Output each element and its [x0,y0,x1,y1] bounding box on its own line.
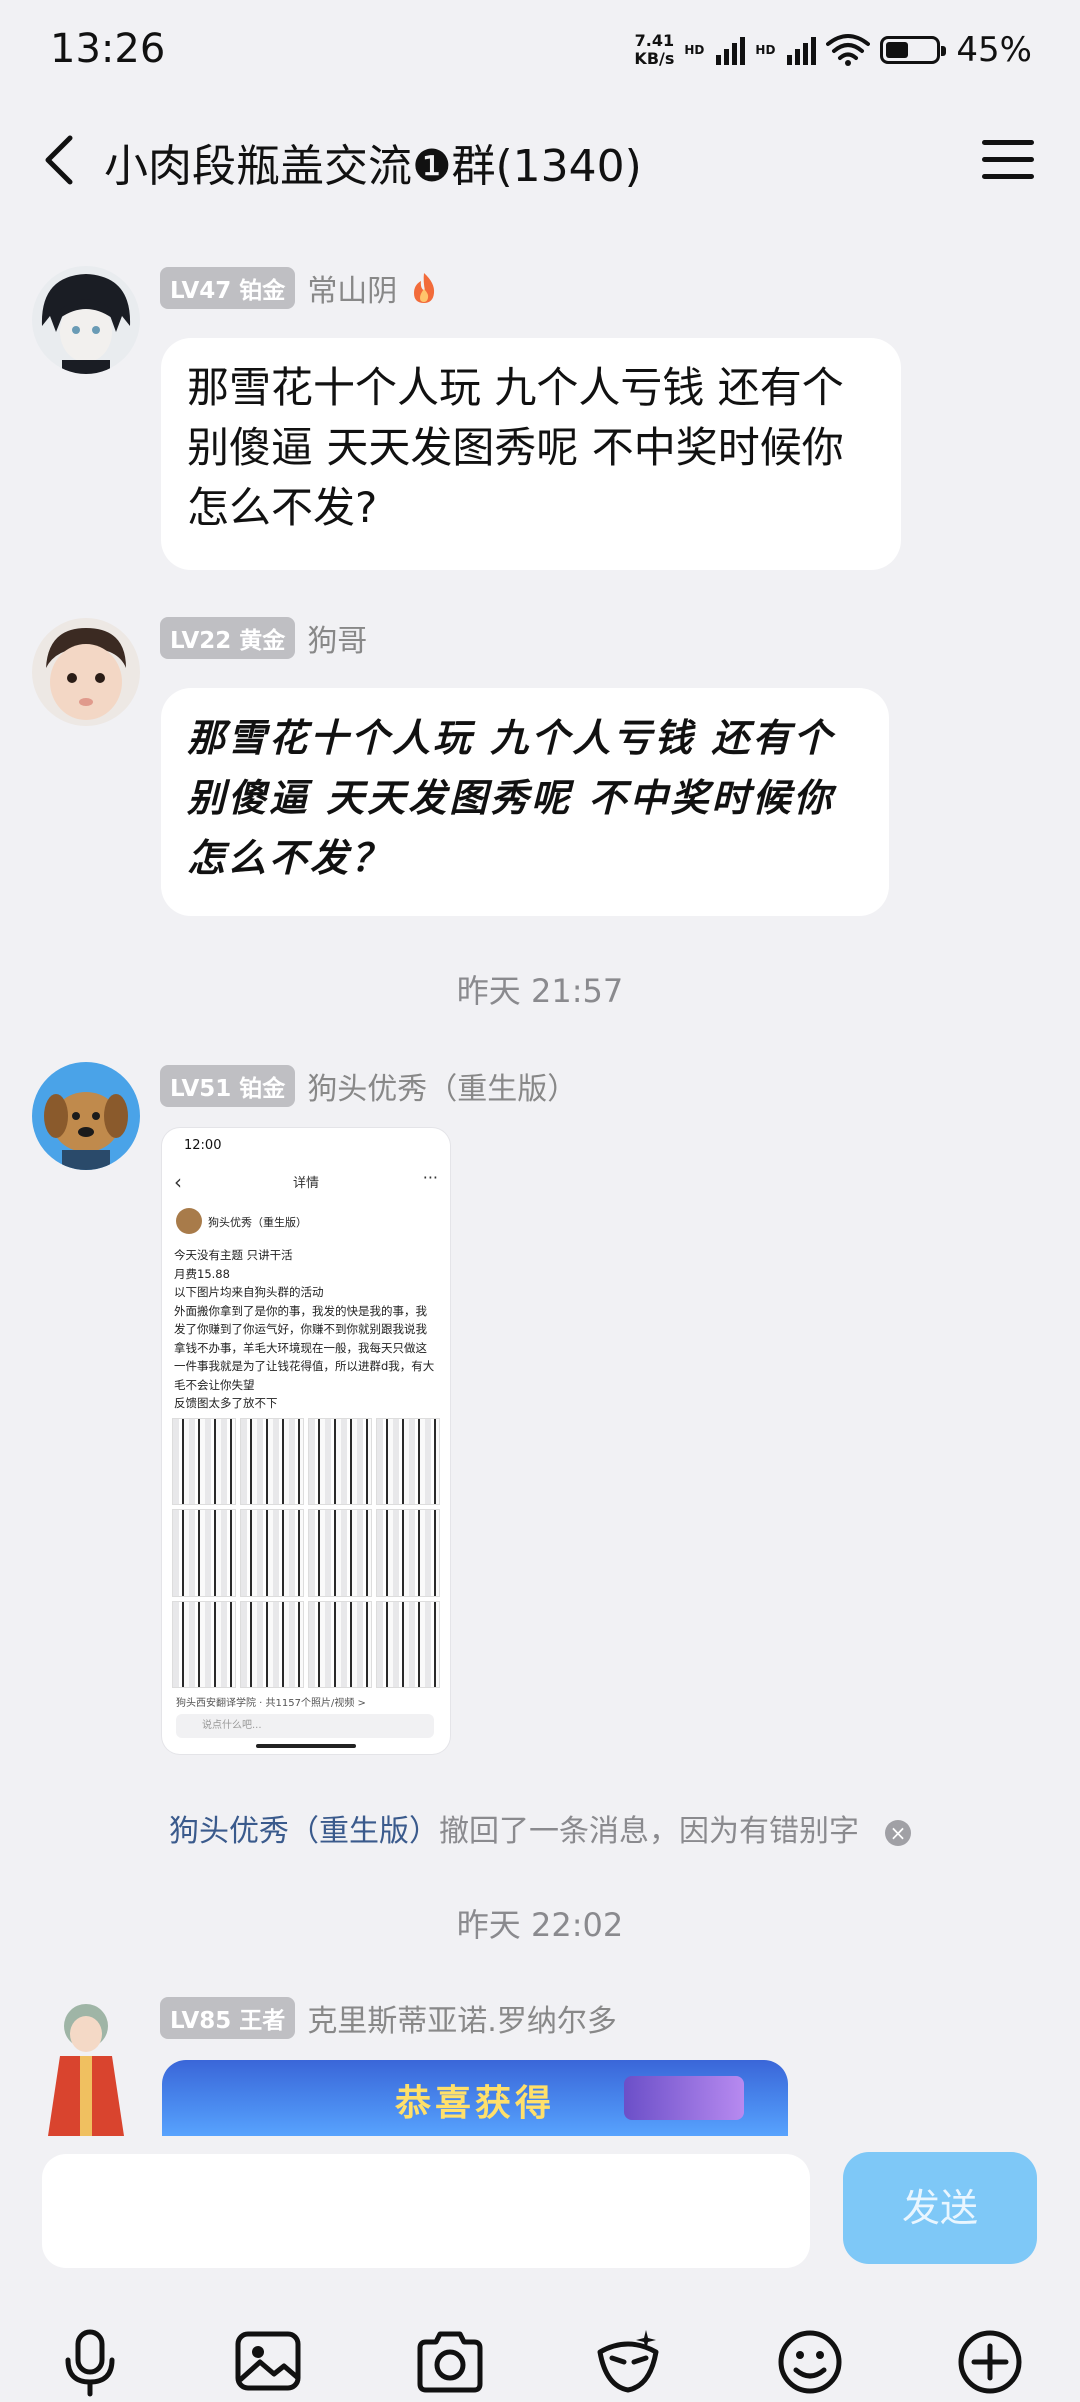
page-title: 小肉段瓶盖交流❶群(1340) [104,141,642,192]
avatar[interactable] [32,1996,140,2136]
composer: 发送 [0,2136,1080,2400]
message-bubble[interactable]: 那雪花十个人玩 九个人亏钱 还有个别傻逼 天天发图秀呢 不中奖时候你怎么不发？ [161,688,889,916]
sender-name[interactable]: 克里斯蒂亚诺.罗纳尔多 [307,1996,617,2040]
hd-label-2: HD [755,43,776,57]
status-bar: 13:26 7.41 KB/s HD HD 45% [0,0,1080,100]
battery-icon [880,36,947,64]
preview-image-grid [172,1418,440,1688]
status-time: 13:26 [50,26,166,72]
chat-header: 小肉段瓶盖交流❶群(1340) [0,100,1080,220]
plus-icon[interactable] [950,2322,1030,2402]
recall-notice: 狗头优秀（重生版）撤回了一条消息，因为有错别字 × [0,1806,1080,1850]
avatar[interactable] [32,1062,140,1170]
network-speed: 7.41 KB/s [634,31,675,68]
camera-icon[interactable] [410,2322,490,2402]
timestamp: 昨天 21:57 [456,972,624,1010]
sender-meta: LV85 王者 克里斯蒂亚诺.罗纳尔多 [160,1996,617,2040]
game-reward-card[interactable]: 恭喜获得 [162,2060,788,2140]
recall-text: 撤回了一条消息，因为有错别字 [439,1814,859,1849]
close-icon[interactable]: × [885,1819,911,1846]
preview-more-icon: ··· [422,1168,438,1187]
preview-title: 详情 [292,1176,319,1191]
image-icon[interactable] [228,2322,308,2402]
sender-meta: LV51 铂金 狗头优秀（重生版） [160,1064,577,1108]
emoji-icon[interactable] [770,2322,850,2402]
sender-meta: LV47 铂金 常山阴 [160,266,439,310]
sticker-icon[interactable] [588,2322,668,2402]
level-badge: LV51 铂金 [160,1065,296,1107]
avatar[interactable] [32,266,140,374]
level-badge: LV22 黄金 [160,617,296,659]
preview-status-time: 12:00 [184,1138,222,1153]
preview-footer: 狗头西安翻译学院 · 共1157个照片/视频 > [176,1698,366,1709]
battery-percent: 45% [956,30,1032,70]
preview-input: 说点什么吧... [176,1714,434,1738]
sender-meta: LV22 黄金 狗哥 [160,616,367,660]
back-icon[interactable] [34,130,94,190]
avatar[interactable] [32,618,140,726]
level-badge: LV85 王者 [160,1997,296,2039]
sender-name[interactable]: 常山阴 [307,266,397,310]
image-message[interactable]: 12:00 ‹ 详情 ··· 狗头优秀（重生版） 今天没有主题 只讲干活 月费1… [162,1128,450,1754]
reward-badge [624,2076,744,2120]
timestamp: 昨天 22:02 [456,1906,624,1944]
sender-name[interactable]: 狗头优秀（重生版） [307,1064,577,1108]
signal-icon-2 [787,35,817,65]
menu-icon[interactable] [982,140,1034,180]
wifi-icon [826,34,871,66]
preview-avatar [176,1208,202,1234]
hd-label: HD [684,43,705,57]
mic-icon[interactable] [50,2322,130,2402]
message-bubble[interactable]: 那雪花十个人玩 九个人亏钱 还有个别傻逼 天天发图秀呢 不中奖时候你怎么不发? [161,338,901,570]
recall-sender[interactable]: 狗头优秀（重生版） [169,1814,439,1849]
preview-body: 今天没有主题 只讲干活 月费15.88 以下图片均来自狗头群的活动 外面搬你拿到… [174,1248,435,1410]
preview-home-bar [256,1744,356,1748]
send-button[interactable]: 发送 [843,2152,1037,2264]
preview-author: 狗头优秀（重生版） [208,1216,307,1229]
signal-icon [716,35,746,65]
sender-name[interactable]: 狗哥 [307,616,367,660]
level-badge: LV47 铂金 [160,267,296,309]
status-icons: 7.41 KB/s HD HD 45% [634,28,1032,72]
message-input[interactable] [42,2154,810,2268]
fire-icon [414,273,435,303]
